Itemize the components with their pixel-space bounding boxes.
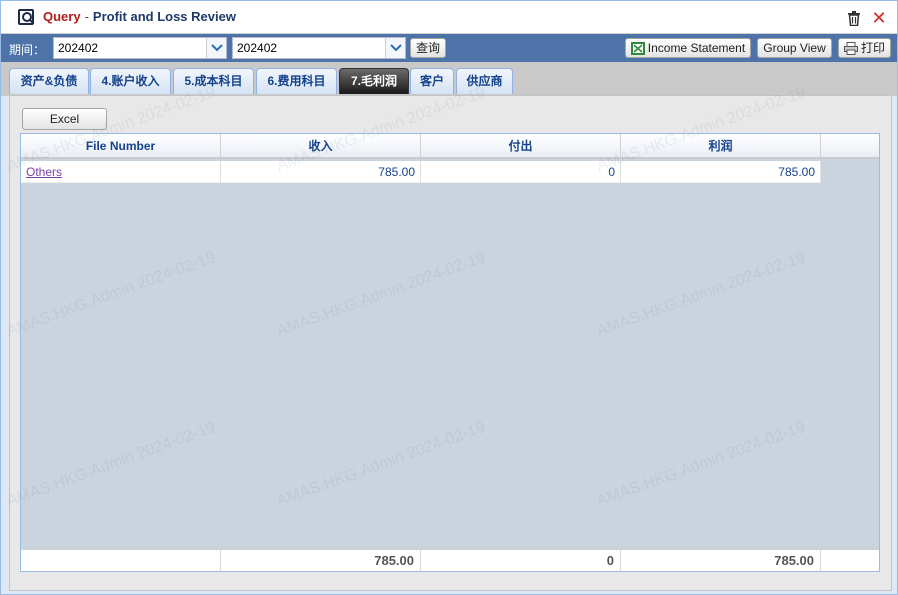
printer-icon — [843, 42, 858, 56]
window-title: Query - Profit and Loss Review — [43, 9, 236, 24]
tab-customers[interactable]: 客户 — [410, 68, 454, 94]
tab-suppliers[interactable]: 供应商 — [456, 68, 513, 94]
grid-summary-row: 785.00 0 785.00 — [21, 549, 879, 571]
period-label: 期间： — [9, 43, 46, 57]
close-icon[interactable]: ✕ — [871, 9, 887, 27]
chevron-down-icon — [211, 44, 223, 52]
query-button[interactable]: 查询 — [410, 38, 446, 58]
column-header-profit[interactable]: 利润 — [621, 134, 821, 158]
toolbar: 期间： 202402 202402 查询 Income Statement Gr — [1, 34, 897, 62]
title-main: Profit and Loss Review — [92, 9, 236, 24]
tab-label: 供应商 — [466, 74, 503, 88]
total-income: 785.00 — [221, 550, 421, 571]
file-number-link[interactable]: Others — [26, 165, 62, 179]
tab-label: 7.毛利润 — [350, 74, 397, 88]
file-number-cell: Others — [21, 161, 221, 183]
group-view-button[interactable]: Group View — [757, 38, 832, 58]
column-header-file-number[interactable]: File Number — [21, 134, 221, 158]
print-label: 打印 — [860, 41, 885, 55]
print-button[interactable]: 打印 — [838, 38, 891, 58]
excel-export-button[interactable]: Excel — [22, 108, 107, 130]
period-to-combo[interactable]: 202402 — [232, 37, 406, 59]
period-from-dropdown-trigger[interactable] — [206, 38, 226, 58]
tab-label: 4.账户收入 — [101, 74, 160, 88]
tab-account-income[interactable]: 4.账户收入 — [90, 68, 171, 94]
tab-gross-profit[interactable]: 7.毛利润 — [339, 68, 409, 94]
income-statement-button[interactable]: Income Statement — [625, 38, 751, 58]
trash-icon[interactable] — [847, 11, 861, 26]
period-to-dropdown-trigger[interactable] — [385, 38, 405, 58]
total-profit: 785.00 — [621, 550, 821, 571]
period-to-value[interactable]: 202402 — [237, 41, 277, 55]
query-button-label: 查询 — [415, 41, 440, 55]
title-bar: Query - Profit and Loss Review ✕ — [1, 1, 897, 34]
expense-cell: 0 — [421, 161, 621, 183]
chevron-down-icon — [390, 44, 402, 52]
excel-icon — [630, 42, 645, 56]
profit-cell: 785.00 — [621, 161, 821, 183]
tab-cost-items[interactable]: 5.成本科目 — [173, 68, 254, 94]
title-separator: - — [84, 9, 89, 24]
tab-label: 客户 — [419, 74, 444, 88]
period-from-value[interactable]: 202402 — [58, 41, 98, 55]
tab-expense-items[interactable]: 6.费用科目 — [256, 68, 337, 94]
title-prefix: Query — [43, 9, 81, 24]
profit-grid: File Number 收入 付出 利润 Others 785.00 0 785… — [20, 133, 880, 572]
query-window: Query - Profit and Loss Review ✕ 期间： 20240… — [0, 0, 898, 595]
excel-export-label: Excel — [49, 112, 80, 126]
tab-label: 资产&负债 — [20, 74, 78, 88]
period-from-combo[interactable]: 202402 — [53, 37, 227, 59]
tab-strip: 资产&负债 4.账户收入 5.成本科目 6.费用科目 7.毛利润 客户 供应商 — [1, 62, 897, 96]
tab-label: 5.成本科目 — [184, 74, 243, 88]
tab-assets-liabilities[interactable]: 资产&负债 — [9, 68, 89, 94]
income-statement-label: Income Statement — [647, 41, 746, 55]
summary-label-cell — [21, 550, 221, 571]
total-expense: 0 — [421, 550, 621, 571]
group-view-label: Group View — [763, 41, 826, 55]
magnifier-window-icon — [18, 9, 34, 25]
tab-label: 6.费用科目 — [267, 74, 326, 88]
income-cell: 785.00 — [221, 161, 421, 183]
column-header-income[interactable]: 收入 — [221, 134, 421, 158]
grid-header: File Number 收入 付出 利润 — [21, 134, 879, 159]
column-header-expense[interactable]: 付出 — [421, 134, 621, 158]
